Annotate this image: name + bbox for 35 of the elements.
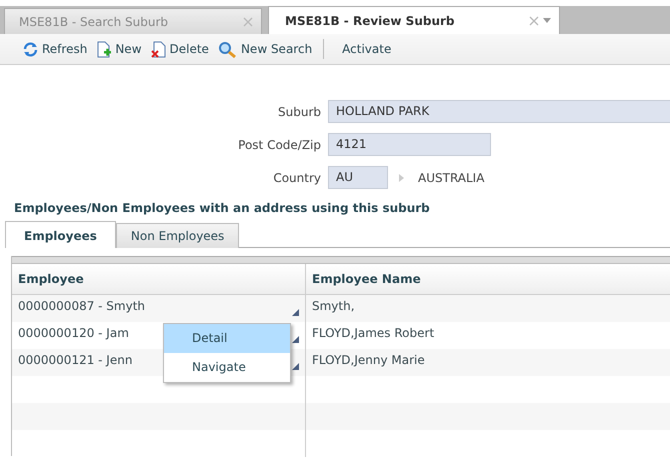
new-document-icon (96, 40, 112, 58)
corner-icon[interactable] (292, 336, 299, 343)
postcode-field[interactable]: 4121 (328, 133, 491, 156)
field-label: Country (272, 170, 322, 184)
table-cell: 0000000120 - Jam (18, 326, 129, 340)
triangle-icon (399, 174, 404, 182)
column-header[interactable]: Employee (12, 264, 306, 294)
table-cell: FLOYD,James Robert (312, 326, 434, 340)
tab[interactable]: Non Employees (116, 223, 240, 248)
caret-icon[interactable] (543, 18, 551, 23)
suburb-field[interactable]: HOLLAND PARK (328, 100, 670, 123)
toolbar-button[interactable]: Activate (338, 42, 396, 56)
table-cell: 0000000087 - Smyth (18, 299, 146, 313)
country-name: AUSTRALIA (418, 170, 484, 184)
corner-icon[interactable] (292, 363, 299, 370)
document-tab[interactable]: MSE81B - Review Suburb (268, 6, 560, 34)
toolbar-button[interactable]: New (92, 40, 146, 58)
column-header[interactable]: Employee Name (306, 264, 670, 294)
country-field[interactable]: AU (328, 166, 388, 189)
magnifier-icon (218, 40, 238, 58)
tab[interactable]: Employees (5, 221, 116, 248)
toolbar-button[interactable]: Delete (146, 40, 213, 58)
corner-icon[interactable] (292, 309, 299, 316)
field-label: Post Code/Zip (237, 138, 322, 152)
field-label: Suburb (277, 104, 322, 118)
table-cell: Smyth, (312, 299, 355, 313)
toolbar-button[interactable]: New Search (214, 40, 316, 58)
table-cell: FLOYD,Jenny Marie (312, 353, 425, 367)
menu-item[interactable]: Detail (164, 324, 290, 353)
menu-item[interactable]: Navigate (164, 353, 290, 382)
section-title: Employees/Non Employees with an address using this suburb (14, 201, 431, 215)
table-cell: 0000000121 - Jenn (18, 353, 132, 367)
toolbar-button[interactable]: Refresh (18, 40, 92, 58)
delete-document-icon (150, 40, 167, 58)
refresh-icon (22, 40, 39, 58)
